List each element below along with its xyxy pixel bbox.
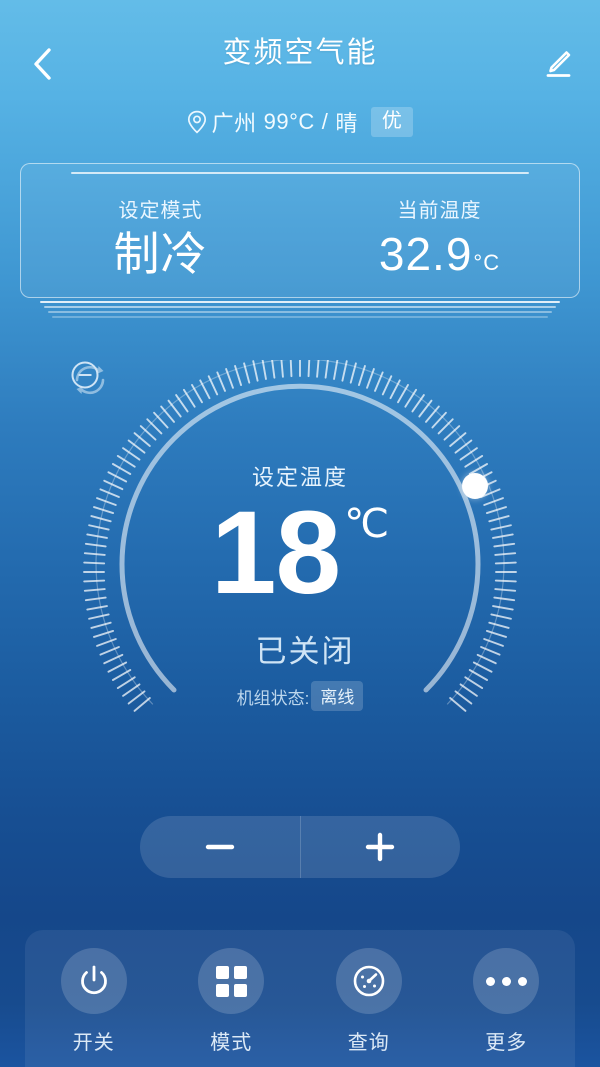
info-card: 设定模式 制冷 当前温度 32.9°C: [20, 163, 580, 298]
card-stack-line-2: [44, 306, 556, 308]
unit-status-label: 机组状态:: [236, 688, 310, 708]
power-icon-circle: [60, 948, 127, 1014]
temperature-stepper: [140, 816, 460, 878]
card-stack-line-3: [48, 311, 552, 313]
unit-status-badge: 离线: [311, 681, 364, 711]
card-stack-line-4: [52, 316, 548, 318]
card-top-decoration: [71, 172, 529, 174]
toolbar-label-more: 更多: [485, 1032, 528, 1054]
mode-icon-circle: [198, 948, 265, 1014]
mode-label: 设定模式: [118, 200, 203, 222]
weather-city: 广州: [211, 111, 257, 136]
card-bottom-decoration: [30, 301, 570, 318]
back-button[interactable]: [18, 40, 66, 88]
temperature-decrease-button[interactable]: [140, 816, 300, 878]
toolbar-item-query[interactable]: 查询: [314, 948, 424, 1055]
card-stack-line-1: [40, 301, 560, 303]
gauge-icon: [353, 965, 385, 997]
power-state-text: 已关闭: [255, 634, 355, 669]
power-state-row: 已关闭: [71, 361, 355, 671]
weather-temperature: 99°C: [263, 109, 315, 134]
bottom-toolbar: 开关 模式 查询 更多: [25, 930, 575, 1067]
toolbar-item-mode[interactable]: 模式: [176, 948, 286, 1055]
temperature-dial[interactable]: 设定温度 18 ℃ 已关闭 机组状态: 离线: [70, 360, 530, 780]
chevron-left-icon: [34, 48, 51, 80]
set-temperature-value: 18: [210, 487, 341, 619]
current-temp-label: 当前温度: [397, 200, 482, 222]
toolbar-label-mode: 模式: [210, 1032, 253, 1054]
info-card-wrapper: 设定模式 制冷 当前温度 32.9°C: [20, 163, 580, 318]
minus-icon: [205, 844, 234, 850]
set-temperature-unit: ℃: [344, 502, 390, 546]
weather-condition: 晴: [335, 111, 358, 136]
query-icon-circle: [335, 948, 402, 1014]
set-temperature-display: 18 ℃: [211, 494, 389, 612]
current-temp-value-wrap: 32.9°C: [300, 229, 579, 280]
plus-icon: [366, 832, 395, 862]
current-temp-value: 32.9: [378, 228, 473, 280]
toolbar-label-power: 开关: [72, 1032, 115, 1054]
edit-button[interactable]: [534, 40, 582, 88]
current-temp-unit: °C: [473, 250, 501, 275]
dial-center-content: 设定温度 18 ℃ 已关闭 机组状态: 离线: [70, 360, 530, 780]
more-icon-circle: [473, 948, 540, 1014]
current-temp-column: 当前温度 32.9°C: [300, 164, 579, 280]
power-icon: [80, 965, 107, 995]
weather-bar: 广州 99°C / 晴 优: [0, 106, 600, 138]
page-title: 变频空气能: [222, 37, 378, 69]
temperature-increase-button[interactable]: [301, 816, 461, 878]
weather-separator: /: [321, 109, 329, 134]
toolbar-label-query: 查询: [347, 1032, 390, 1054]
toolbar-item-more[interactable]: 更多: [451, 948, 561, 1055]
unit-status-row: 机组状态: 离线: [237, 681, 364, 711]
device-control-screen: 变频空气能 广州 99°C / 晴 优 设定模式 制冷 当前温度 32.9°C …: [0, 0, 600, 1067]
mode-value: 制冷: [113, 228, 208, 280]
pencil-edit-icon: [546, 51, 571, 77]
grid-icon: [215, 965, 247, 997]
location-pin-icon: [187, 110, 207, 134]
mode-column: 设定模式 制冷: [21, 164, 300, 280]
ellipsis-icon: [485, 976, 527, 986]
app-header: 变频空气能: [0, 0, 600, 100]
toolbar-item-power[interactable]: 开关: [39, 948, 149, 1055]
air-quality-badge: 优: [370, 107, 414, 137]
